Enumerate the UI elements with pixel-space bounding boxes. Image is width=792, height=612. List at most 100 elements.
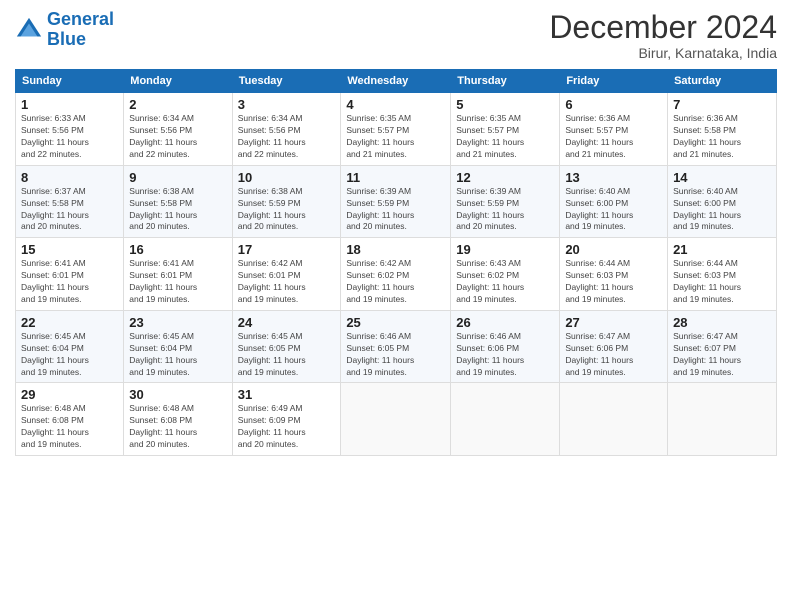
logo: General Blue (15, 10, 114, 50)
calendar-cell: 3Sunrise: 6:34 AM Sunset: 5:56 PM Daylig… (232, 93, 341, 166)
calendar-cell: 2Sunrise: 6:34 AM Sunset: 5:56 PM Daylig… (124, 93, 232, 166)
calendar-cell: 27Sunrise: 6:47 AM Sunset: 6:06 PM Dayli… (560, 310, 668, 383)
calendar-cell: 30Sunrise: 6:48 AM Sunset: 6:08 PM Dayli… (124, 383, 232, 456)
calendar-cell: 28Sunrise: 6:47 AM Sunset: 6:07 PM Dayli… (668, 310, 777, 383)
header-friday: Friday (560, 70, 668, 93)
header: General Blue December 2024 Birur, Karnat… (15, 10, 777, 61)
title-section: December 2024 Birur, Karnataka, India (549, 10, 777, 61)
day-number: 16 (129, 242, 226, 257)
day-info: Sunrise: 6:45 AM Sunset: 6:04 PM Dayligh… (21, 331, 118, 379)
day-info: Sunrise: 6:43 AM Sunset: 6:02 PM Dayligh… (456, 258, 554, 306)
day-number: 31 (238, 387, 336, 402)
day-number: 24 (238, 315, 336, 330)
calendar-cell: 1Sunrise: 6:33 AM Sunset: 5:56 PM Daylig… (16, 93, 124, 166)
day-number: 11 (346, 170, 445, 185)
calendar-cell: 15Sunrise: 6:41 AM Sunset: 6:01 PM Dayli… (16, 238, 124, 311)
day-info: Sunrise: 6:36 AM Sunset: 5:58 PM Dayligh… (673, 113, 771, 161)
calendar-cell: 6Sunrise: 6:36 AM Sunset: 5:57 PM Daylig… (560, 93, 668, 166)
day-number: 22 (21, 315, 118, 330)
day-number: 12 (456, 170, 554, 185)
calendar-cell (451, 383, 560, 456)
day-info: Sunrise: 6:33 AM Sunset: 5:56 PM Dayligh… (21, 113, 118, 161)
day-info: Sunrise: 6:45 AM Sunset: 6:04 PM Dayligh… (129, 331, 226, 379)
day-number: 18 (346, 242, 445, 257)
calendar-week-5: 29Sunrise: 6:48 AM Sunset: 6:08 PM Dayli… (16, 383, 777, 456)
day-info: Sunrise: 6:47 AM Sunset: 6:06 PM Dayligh… (565, 331, 662, 379)
day-info: Sunrise: 6:37 AM Sunset: 5:58 PM Dayligh… (21, 186, 118, 234)
day-number: 9 (129, 170, 226, 185)
calendar-cell: 20Sunrise: 6:44 AM Sunset: 6:03 PM Dayli… (560, 238, 668, 311)
day-number: 7 (673, 97, 771, 112)
header-thursday: Thursday (451, 70, 560, 93)
day-number: 28 (673, 315, 771, 330)
day-info: Sunrise: 6:34 AM Sunset: 5:56 PM Dayligh… (238, 113, 336, 161)
day-number: 26 (456, 315, 554, 330)
day-info: Sunrise: 6:47 AM Sunset: 6:07 PM Dayligh… (673, 331, 771, 379)
calendar-cell: 22Sunrise: 6:45 AM Sunset: 6:04 PM Dayli… (16, 310, 124, 383)
calendar-week-4: 22Sunrise: 6:45 AM Sunset: 6:04 PM Dayli… (16, 310, 777, 383)
header-saturday: Saturday (668, 70, 777, 93)
day-number: 2 (129, 97, 226, 112)
day-info: Sunrise: 6:46 AM Sunset: 6:06 PM Dayligh… (456, 331, 554, 379)
calendar-cell: 21Sunrise: 6:44 AM Sunset: 6:03 PM Dayli… (668, 238, 777, 311)
calendar-table: Sunday Monday Tuesday Wednesday Thursday… (15, 69, 777, 456)
page: General Blue December 2024 Birur, Karnat… (0, 0, 792, 612)
day-info: Sunrise: 6:39 AM Sunset: 5:59 PM Dayligh… (346, 186, 445, 234)
calendar-cell: 17Sunrise: 6:42 AM Sunset: 6:01 PM Dayli… (232, 238, 341, 311)
day-info: Sunrise: 6:39 AM Sunset: 5:59 PM Dayligh… (456, 186, 554, 234)
day-info: Sunrise: 6:35 AM Sunset: 5:57 PM Dayligh… (346, 113, 445, 161)
calendar-week-2: 8Sunrise: 6:37 AM Sunset: 5:58 PM Daylig… (16, 165, 777, 238)
day-info: Sunrise: 6:44 AM Sunset: 6:03 PM Dayligh… (565, 258, 662, 306)
day-info: Sunrise: 6:38 AM Sunset: 5:58 PM Dayligh… (129, 186, 226, 234)
logo-icon (15, 16, 43, 44)
calendar-cell: 12Sunrise: 6:39 AM Sunset: 5:59 PM Dayli… (451, 165, 560, 238)
day-number: 3 (238, 97, 336, 112)
calendar-header-row: Sunday Monday Tuesday Wednesday Thursday… (16, 70, 777, 93)
day-info: Sunrise: 6:36 AM Sunset: 5:57 PM Dayligh… (565, 113, 662, 161)
day-info: Sunrise: 6:35 AM Sunset: 5:57 PM Dayligh… (456, 113, 554, 161)
calendar-cell: 5Sunrise: 6:35 AM Sunset: 5:57 PM Daylig… (451, 93, 560, 166)
day-number: 25 (346, 315, 445, 330)
calendar-cell: 25Sunrise: 6:46 AM Sunset: 6:05 PM Dayli… (341, 310, 451, 383)
calendar-cell: 16Sunrise: 6:41 AM Sunset: 6:01 PM Dayli… (124, 238, 232, 311)
header-monday: Monday (124, 70, 232, 93)
calendar-cell: 7Sunrise: 6:36 AM Sunset: 5:58 PM Daylig… (668, 93, 777, 166)
calendar-cell: 18Sunrise: 6:42 AM Sunset: 6:02 PM Dayli… (341, 238, 451, 311)
day-number: 27 (565, 315, 662, 330)
calendar-cell (341, 383, 451, 456)
day-number: 23 (129, 315, 226, 330)
day-info: Sunrise: 6:45 AM Sunset: 6:05 PM Dayligh… (238, 331, 336, 379)
day-number: 17 (238, 242, 336, 257)
day-number: 8 (21, 170, 118, 185)
calendar-cell: 10Sunrise: 6:38 AM Sunset: 5:59 PM Dayli… (232, 165, 341, 238)
day-number: 15 (21, 242, 118, 257)
calendar-cell: 14Sunrise: 6:40 AM Sunset: 6:00 PM Dayli… (668, 165, 777, 238)
calendar-cell: 19Sunrise: 6:43 AM Sunset: 6:02 PM Dayli… (451, 238, 560, 311)
calendar-cell (560, 383, 668, 456)
calendar-cell: 24Sunrise: 6:45 AM Sunset: 6:05 PM Dayli… (232, 310, 341, 383)
day-number: 1 (21, 97, 118, 112)
calendar-cell: 23Sunrise: 6:45 AM Sunset: 6:04 PM Dayli… (124, 310, 232, 383)
day-number: 14 (673, 170, 771, 185)
day-info: Sunrise: 6:42 AM Sunset: 6:01 PM Dayligh… (238, 258, 336, 306)
calendar-cell: 9Sunrise: 6:38 AM Sunset: 5:58 PM Daylig… (124, 165, 232, 238)
day-number: 5 (456, 97, 554, 112)
day-number: 4 (346, 97, 445, 112)
day-info: Sunrise: 6:49 AM Sunset: 6:09 PM Dayligh… (238, 403, 336, 451)
day-info: Sunrise: 6:41 AM Sunset: 6:01 PM Dayligh… (129, 258, 226, 306)
day-number: 6 (565, 97, 662, 112)
day-info: Sunrise: 6:48 AM Sunset: 6:08 PM Dayligh… (21, 403, 118, 451)
calendar-week-1: 1Sunrise: 6:33 AM Sunset: 5:56 PM Daylig… (16, 93, 777, 166)
calendar-cell: 4Sunrise: 6:35 AM Sunset: 5:57 PM Daylig… (341, 93, 451, 166)
day-info: Sunrise: 6:40 AM Sunset: 6:00 PM Dayligh… (673, 186, 771, 234)
calendar-cell: 29Sunrise: 6:48 AM Sunset: 6:08 PM Dayli… (16, 383, 124, 456)
calendar-week-3: 15 Sunrise: 6:41 AM Sunset: 6:01 PM Dayli… (16, 238, 777, 311)
day-info: Sunrise: 6:46 AM Sunset: 6:05 PM Dayligh… (346, 331, 445, 379)
day-number: 13 (565, 170, 662, 185)
calendar-cell: 8Sunrise: 6:37 AM Sunset: 5:58 PM Daylig… (16, 165, 124, 238)
day-number: 10 (238, 170, 336, 185)
header-wednesday: Wednesday (341, 70, 451, 93)
subtitle: Birur, Karnataka, India (549, 45, 777, 61)
day-info: Sunrise: 6:44 AM Sunset: 6:03 PM Dayligh… (673, 258, 771, 306)
header-tuesday: Tuesday (232, 70, 341, 93)
